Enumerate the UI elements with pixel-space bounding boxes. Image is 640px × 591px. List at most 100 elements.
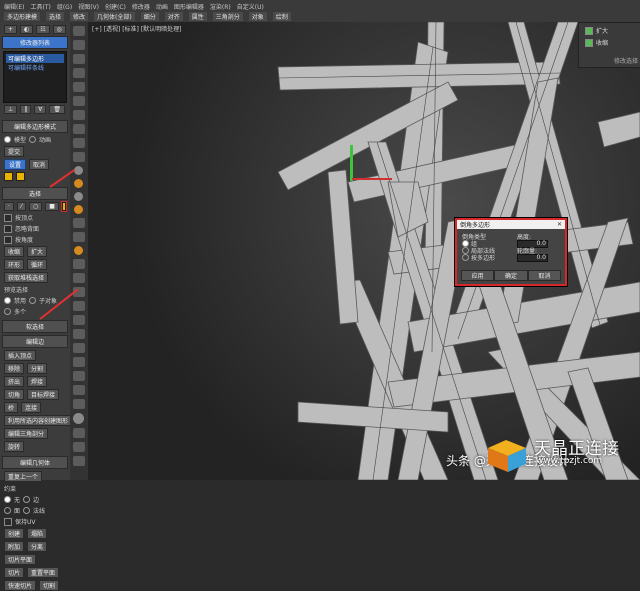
loop-button[interactable]: 循环: [27, 259, 48, 270]
outline-spinner[interactable]: 0.0: [517, 253, 548, 262]
tool-setup-icon[interactable]: [73, 385, 85, 395]
tool-space-icon[interactable]: [73, 259, 85, 269]
edit-tri-button[interactable]: 编辑三角剖分: [4, 428, 49, 439]
menu-edit[interactable]: 编辑(E): [4, 2, 24, 11]
ribbon-paint[interactable]: 绘制: [272, 11, 291, 21]
modify-tab-icon[interactable]: ◐: [20, 25, 34, 34]
polygon-mode-icon[interactable]: ■: [45, 202, 59, 211]
create-button[interactable]: 创建: [4, 528, 25, 539]
constraint-face-radio[interactable]: [4, 507, 11, 514]
pin-stack-icon[interactable]: ⊥: [4, 105, 18, 114]
constraint-normal-radio[interactable]: [23, 507, 31, 514]
animate-radio[interactable]: [29, 136, 37, 143]
ring-button[interactable]: 环形: [4, 259, 25, 270]
shrink-button[interactable]: 收缩: [4, 246, 25, 257]
ok-button[interactable]: 确定: [494, 270, 528, 281]
menu-views[interactable]: 视图(V): [78, 2, 99, 11]
menu-group[interactable]: 组(G): [57, 2, 72, 11]
by-polygon-radio[interactable]: [462, 254, 469, 261]
tool-link-icon[interactable]: [73, 82, 85, 92]
gizmo-y-axis[interactable]: [350, 145, 353, 181]
edit-edges-header[interactable]: 编辑边: [2, 335, 68, 348]
show-end-icon[interactable]: ‖: [20, 105, 32, 114]
vertex-mode-icon[interactable]: ·: [4, 202, 14, 211]
tool-teapot-icon[interactable]: [74, 246, 83, 255]
ribbon-modify[interactable]: 修改: [70, 11, 89, 21]
local-normal-radio[interactable]: [462, 247, 469, 254]
get-stack-selection-button[interactable]: 获取堆栈选择: [4, 272, 49, 283]
reset-plane-button[interactable]: 重置平面: [27, 567, 60, 578]
tool-unlink-icon[interactable]: [73, 96, 85, 106]
model-radio[interactable]: [4, 136, 11, 143]
tool-extra-icon[interactable]: [73, 456, 85, 466]
tool-select-icon[interactable]: [73, 26, 85, 36]
tool-bind-icon[interactable]: [73, 110, 85, 120]
bridge-button[interactable]: 桥: [4, 402, 19, 413]
ribbon-object[interactable]: 对象: [248, 11, 267, 21]
soft-selection-header[interactable]: 软选择: [2, 320, 68, 333]
ribbon-align[interactable]: 对齐: [164, 11, 183, 21]
slice-plane-button[interactable]: 切片平面: [4, 554, 37, 565]
constraint-none-radio[interactable]: [4, 496, 11, 503]
tool-filter-icon[interactable]: [73, 124, 85, 134]
collapse-button[interactable]: 塌陷: [27, 528, 48, 539]
tool-system-icon[interactable]: [73, 273, 85, 283]
split-button[interactable]: 分割: [27, 363, 48, 374]
tool-layer-icon[interactable]: [73, 329, 85, 339]
stack-item[interactable]: 可编辑样条线: [6, 63, 64, 72]
selection-header[interactable]: 选择: [2, 187, 68, 200]
preview-subobj-radio[interactable]: [29, 297, 37, 304]
tool-slate-icon[interactable]: [73, 371, 85, 381]
connect-button[interactable]: 连接: [21, 402, 42, 413]
motion-tab-icon[interactable]: ◎: [52, 25, 66, 34]
tool-helper-icon[interactable]: [73, 232, 85, 242]
menu-animation[interactable]: 动画: [156, 2, 168, 11]
menu-customize[interactable]: 自定义(U): [237, 2, 264, 11]
yellow-swatch-icon[interactable]: [4, 172, 13, 181]
modifier-stack[interactable]: 可编辑多边形 可编辑样条线: [3, 51, 67, 103]
by-vertex-checkbox[interactable]: [4, 213, 12, 222]
by-angle-checkbox[interactable]: [4, 235, 12, 244]
menu-graph-editors[interactable]: 图形编辑器: [174, 2, 204, 11]
cancel-button[interactable]: 取消: [29, 159, 50, 170]
tool-move-icon[interactable]: [73, 40, 85, 50]
ribbon-geometry[interactable]: 几何体(全部): [94, 11, 135, 21]
expand-checkbox[interactable]: [585, 26, 593, 35]
tool-schematic-icon[interactable]: [73, 357, 85, 367]
tool-rotate-icon[interactable]: [73, 54, 85, 64]
element-mode-icon[interactable]: [60, 201, 68, 212]
preview-multi-radio[interactable]: [4, 308, 11, 315]
turn-button[interactable]: 旋转: [4, 441, 25, 452]
target-weld-button[interactable]: 目标焊接: [27, 389, 60, 400]
yellow-swatch-icon[interactable]: [16, 172, 25, 181]
cancel-dialog-button[interactable]: 取消: [527, 270, 561, 281]
attach-button[interactable]: 附加: [4, 541, 25, 552]
tool-logo-icon[interactable]: [73, 413, 84, 424]
quickslice-button[interactable]: 快速切片: [4, 580, 37, 591]
tool-material-icon[interactable]: [74, 192, 83, 201]
constraint-edge-radio[interactable]: [23, 496, 31, 503]
repeat-last-button[interactable]: 重复上一个: [4, 471, 43, 482]
ignore-backfacing-checkbox[interactable]: [4, 224, 12, 233]
menu-create[interactable]: 创建(C): [105, 2, 126, 11]
shrink-checkbox[interactable]: [585, 38, 593, 47]
slice-button[interactable]: 切片: [4, 567, 25, 578]
hierarchy-tab-icon[interactable]: ☷: [36, 25, 50, 34]
tool-extra-icon[interactable]: [73, 428, 85, 438]
remove-modifier-icon[interactable]: 🗑: [49, 105, 65, 114]
tool-light-icon[interactable]: [74, 205, 83, 214]
tool-sphere-icon[interactable]: [74, 166, 83, 175]
tool-frame-icon[interactable]: [73, 399, 85, 409]
close-icon[interactable]: ✕: [557, 221, 565, 228]
menu-rendering[interactable]: 渲染(R): [210, 2, 231, 11]
tool-camera-icon[interactable]: [73, 218, 85, 228]
extrude-button[interactable]: 挤出: [4, 376, 25, 387]
cut-button[interactable]: 切割: [39, 580, 60, 591]
tool-angle-snap-icon[interactable]: [73, 152, 85, 162]
tool-align-icon[interactable]: [73, 301, 85, 311]
ribbon-select[interactable]: 选择: [46, 11, 65, 21]
ribbon-properties[interactable]: 属性: [188, 11, 207, 21]
dialog-titlebar[interactable]: 倒角多边形 ✕: [457, 220, 565, 229]
tool-scale-icon[interactable]: [73, 68, 85, 78]
menu-tools[interactable]: 工具(T): [30, 2, 50, 11]
